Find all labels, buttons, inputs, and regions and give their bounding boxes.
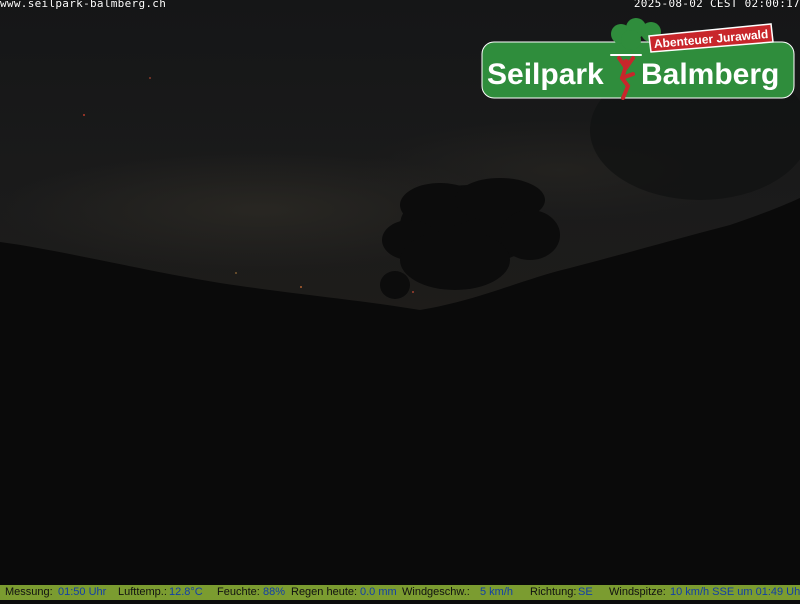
- richtung-label: Richtung:: [530, 586, 577, 598]
- windgeschw-label: Windgeschw.:: [402, 586, 470, 598]
- logo-brand-left: Seilpark: [487, 58, 604, 91]
- feuchte-label: Feuchte:: [217, 586, 260, 598]
- messung-value: 01:50 Uhr: [58, 586, 107, 598]
- windspitze-label: Windspitze:: [609, 586, 666, 598]
- feuchte-value: 88%: [263, 586, 286, 598]
- messung-label: Messung:: [5, 586, 53, 598]
- distant-light: [83, 114, 85, 116]
- distant-light: [149, 77, 151, 79]
- richtung-value: SE: [578, 586, 593, 598]
- distant-light: [300, 286, 302, 288]
- windspitze-value: 10 km/h SSE um 01:49 Uhr: [670, 586, 800, 598]
- regen-label: Regen heute:: [291, 586, 358, 598]
- logo-brand-right: Balmberg: [641, 58, 779, 91]
- seilpark-balmberg-logo: Abenteuer Jurawald Seilpark Balmberg: [481, 18, 795, 100]
- webcam-timestamp: 2025-08-02 CEST 02:00:17: [633, 0, 800, 10]
- weather-bar: Messung: 01:50 Uhr Lufttemp.: 12.8°C Feu…: [0, 585, 800, 600]
- distant-light: [235, 272, 237, 274]
- windgeschw-value: 5 km/h: [480, 586, 514, 598]
- webcam-url: www.seilpark-balmberg.ch: [0, 0, 167, 10]
- lufttemp-label: Lufttemp.:: [118, 586, 167, 598]
- distant-light: [412, 291, 414, 293]
- regen-value: 0.0 mm: [360, 586, 397, 598]
- lufttemp-value: 12.8°C: [169, 586, 203, 598]
